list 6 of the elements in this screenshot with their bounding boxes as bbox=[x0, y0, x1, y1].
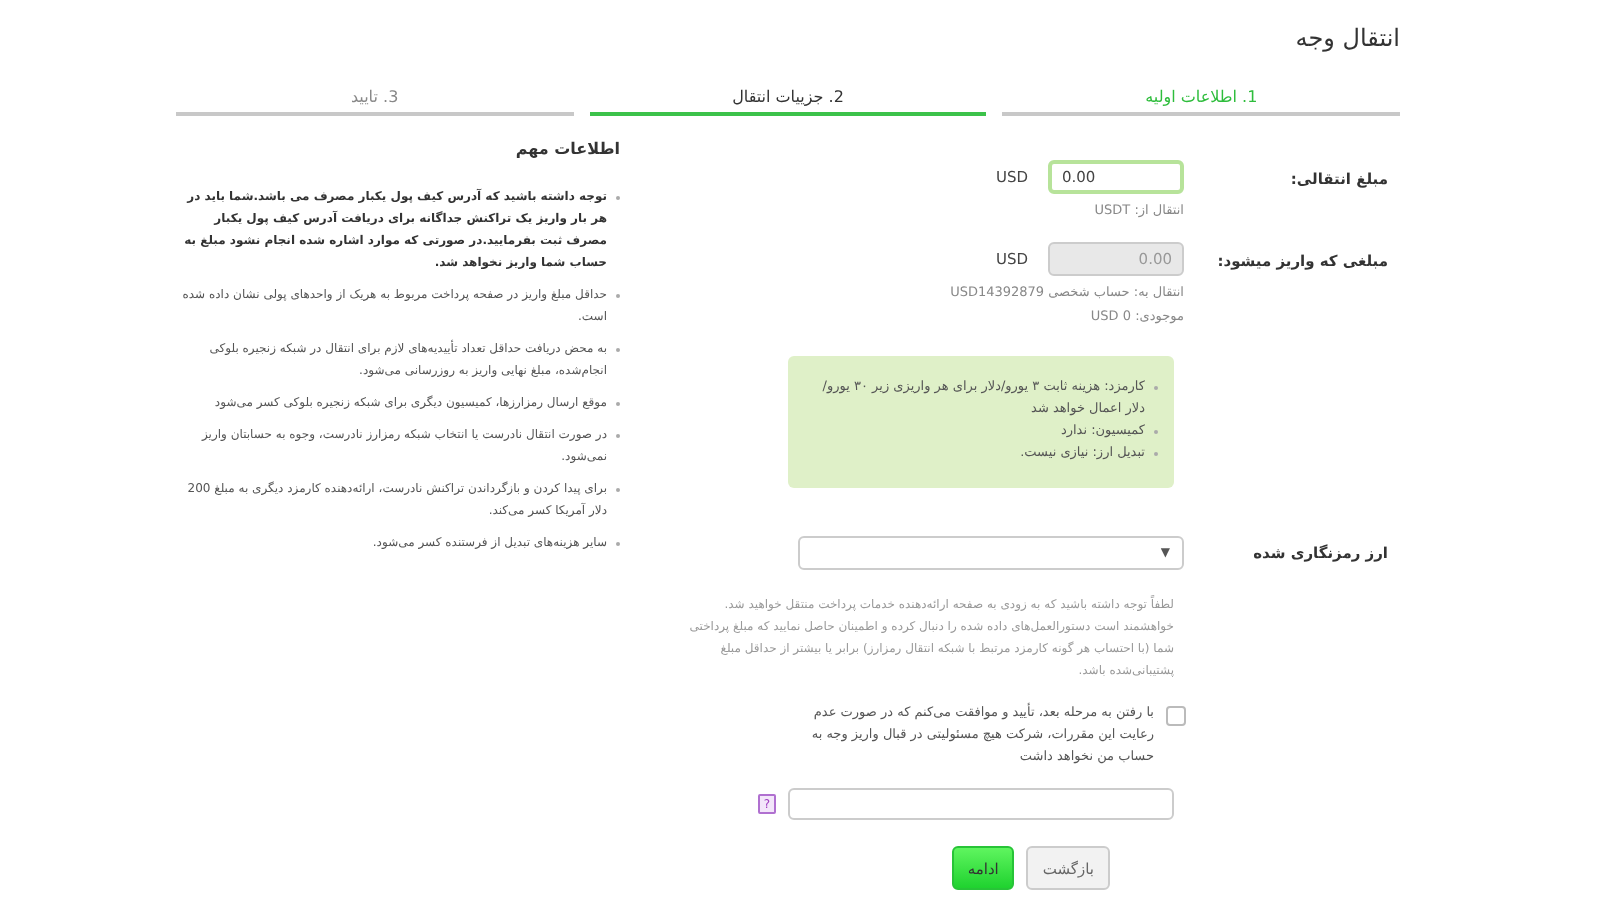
agreement-checkbox[interactable] bbox=[1166, 706, 1186, 726]
info-title: اطلاعات مهم bbox=[513, 140, 620, 158]
page-title: انتقال وجه bbox=[1293, 22, 1400, 52]
captcha-field[interactable] bbox=[788, 788, 1174, 820]
step-tab[interactable]: 2. جزییات انتقال bbox=[589, 80, 987, 116]
step-tab[interactable]: 3. تایید bbox=[175, 80, 574, 116]
